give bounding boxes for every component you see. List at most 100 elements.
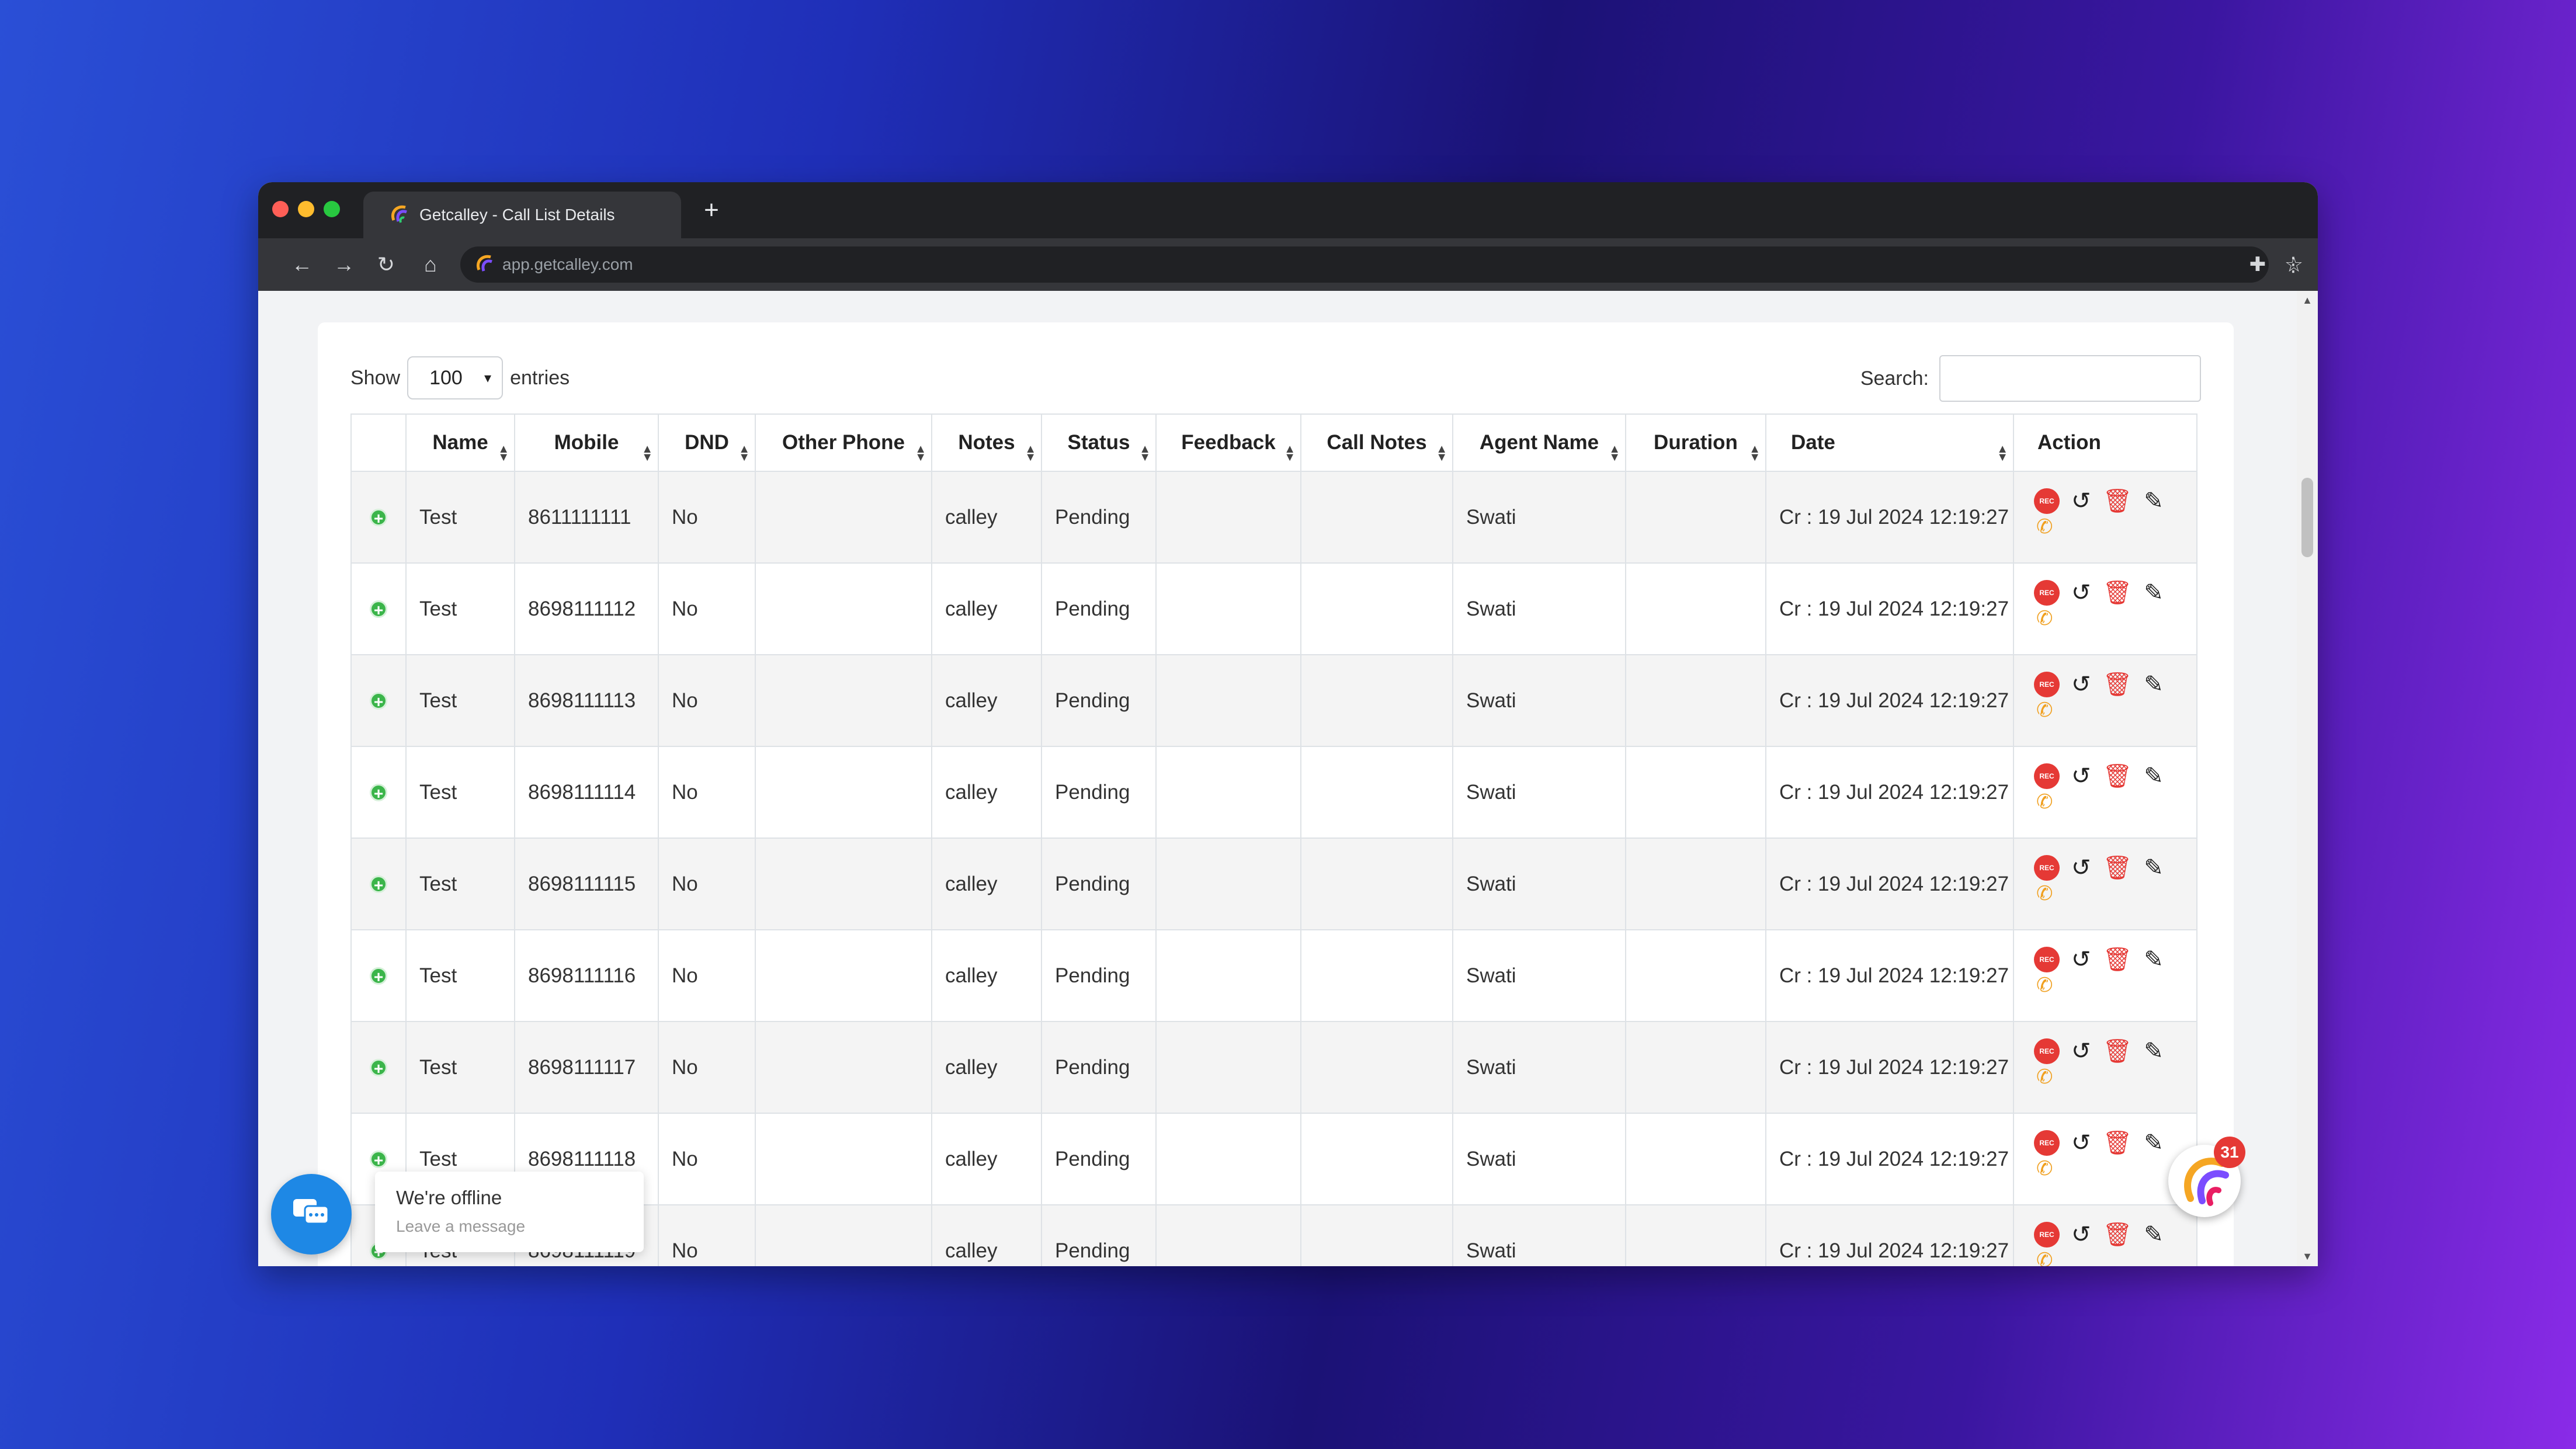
expand-plus-icon[interactable]: +: [370, 692, 387, 710]
trash-icon[interactable]: 🗑: [2103, 855, 2133, 881]
header-agent-name[interactable]: Agent Name ▲ ▼: [1452, 413, 1626, 472]
trash-icon[interactable]: 🗑: [2103, 1222, 2133, 1248]
trash-icon[interactable]: 🗑: [2103, 763, 2133, 789]
calley-widget-button[interactable]: 31: [2168, 1137, 2245, 1217]
forward-arrow-icon[interactable]: →: [331, 251, 357, 278]
phone-icon[interactable]: ✆: [2036, 1065, 2196, 1089]
trash-icon[interactable]: 🗑: [2103, 580, 2133, 606]
rec-icon[interactable]: REC: [2034, 947, 2060, 972]
close-window-button[interactable]: [272, 201, 289, 217]
rec-icon[interactable]: REC: [2034, 580, 2060, 606]
cell-dnd: No: [658, 838, 756, 930]
history-icon[interactable]: ↺: [2071, 763, 2091, 789]
cell-status: Pending: [1041, 471, 1157, 564]
rec-icon[interactable]: REC: [2034, 1038, 2060, 1064]
header-duration[interactable]: Duration ▲ ▼: [1625, 413, 1766, 472]
maximize-window-button[interactable]: [324, 201, 340, 217]
history-icon[interactable]: ↺: [2071, 855, 2091, 881]
minimize-window-button[interactable]: [298, 201, 314, 217]
phone-icon[interactable]: ✆: [2036, 790, 2196, 814]
edit-icon[interactable]: ✎: [2144, 488, 2164, 514]
expand-plus-icon[interactable]: +: [370, 875, 387, 893]
browser-tab[interactable]: Getcalley - Call List Details: [363, 192, 681, 238]
history-icon[interactable]: ↺: [2071, 488, 2091, 514]
header-status[interactable]: Status ▲ ▼: [1041, 413, 1157, 472]
trash-icon[interactable]: 🗑: [2103, 672, 2133, 697]
header-date[interactable]: Date ▲ ▼: [1765, 413, 2014, 472]
header-dnd[interactable]: DND ▲ ▼: [658, 413, 756, 472]
history-icon[interactable]: ↺: [2071, 1038, 2091, 1064]
header-name[interactable]: Name ▲ ▼: [405, 413, 515, 472]
trash-icon[interactable]: 🗑: [2103, 488, 2133, 514]
scroll-up-arrow-icon[interactable]: ▲: [2297, 294, 2318, 307]
chat-offline-panel[interactable]: We're offline Leave a message: [375, 1172, 644, 1252]
cell-notes: calley: [931, 838, 1042, 930]
expand-plus-icon[interactable]: +: [370, 600, 387, 618]
expand-plus-icon[interactable]: +: [370, 508, 387, 526]
trash-icon[interactable]: 🗑: [2103, 947, 2133, 972]
header-mobile[interactable]: Mobile ▲ ▼: [514, 413, 659, 472]
edit-icon[interactable]: ✎: [2144, 1130, 2164, 1156]
edit-icon[interactable]: ✎: [2144, 1222, 2164, 1248]
extensions-puzzle-icon[interactable]: ✚: [2244, 251, 2271, 278]
reload-icon[interactable]: ↻: [373, 251, 400, 278]
edit-icon[interactable]: ✎: [2144, 580, 2164, 606]
cell-call-notes: [1300, 471, 1453, 564]
phone-icon[interactable]: ✆: [2036, 607, 2196, 630]
search-input[interactable]: [1939, 355, 2201, 402]
sort-icon: ▲ ▼: [1749, 443, 1761, 464]
cell-date: Cr : 19 Jul 2024 12:19:27: [1765, 1021, 2014, 1114]
expand-plus-icon[interactable]: +: [370, 967, 387, 985]
edit-icon[interactable]: ✎: [2144, 855, 2164, 881]
home-icon[interactable]: ⌂: [417, 251, 444, 278]
header-notes[interactable]: Notes ▲ ▼: [931, 413, 1042, 472]
sort-icon: ▲ ▼: [641, 443, 653, 464]
history-icon[interactable]: ↺: [2071, 1130, 2091, 1156]
history-icon[interactable]: ↺: [2071, 947, 2091, 972]
edit-icon[interactable]: ✎: [2144, 947, 2164, 972]
rec-icon[interactable]: REC: [2034, 763, 2060, 789]
expand-plus-icon[interactable]: +: [370, 1150, 387, 1168]
rec-icon[interactable]: REC: [2034, 1222, 2060, 1248]
chat-title: We're offline: [396, 1187, 502, 1208]
phone-icon[interactable]: ✆: [2036, 699, 2196, 722]
chat-launcher-button[interactable]: [271, 1174, 352, 1255]
header-other-phone[interactable]: Other Phone ▲ ▼: [755, 413, 932, 472]
history-icon[interactable]: ↺: [2071, 1222, 2091, 1248]
phone-icon[interactable]: ✆: [2036, 515, 2196, 538]
phone-icon[interactable]: ✆: [2036, 882, 2196, 905]
new-tab-button[interactable]: +: [695, 194, 728, 227]
expand-plus-icon[interactable]: +: [370, 1058, 387, 1076]
url-text: app.getcalley.com: [502, 255, 633, 273]
table-row: + Test 8698111113 No calley Pending Swati Cr : …: [350, 654, 2197, 747]
cell-name: Test: [405, 471, 515, 564]
entries-select[interactable]: 100 ▾: [407, 356, 504, 399]
trash-icon[interactable]: 🗑: [2103, 1130, 2133, 1156]
edit-icon[interactable]: ✎: [2144, 1038, 2164, 1064]
browser-menu-icon[interactable]: ⋮: [2282, 251, 2305, 278]
cell-status: Pending: [1041, 838, 1157, 930]
row-expand-cell: +: [350, 746, 407, 839]
expand-plus-icon[interactable]: +: [370, 783, 387, 801]
phone-icon[interactable]: ✆: [2036, 1249, 2196, 1266]
edit-icon[interactable]: ✎: [2144, 763, 2164, 789]
rec-icon[interactable]: REC: [2034, 1130, 2060, 1156]
cell-notes: calley: [931, 1204, 1042, 1266]
cell-agent: Swati: [1452, 929, 1626, 1022]
cell-notes: calley: [931, 1113, 1042, 1205]
scroll-down-arrow-icon[interactable]: ▼: [2297, 1250, 2318, 1263]
address-bar[interactable]: app.getcalley.com: [460, 246, 2269, 283]
history-icon[interactable]: ↺: [2071, 580, 2091, 606]
phone-icon[interactable]: ✆: [2036, 974, 2196, 997]
page-scrollbar[interactable]: ▲ ▼: [2297, 291, 2318, 1266]
rec-icon[interactable]: REC: [2034, 488, 2060, 514]
history-icon[interactable]: ↺: [2071, 672, 2091, 697]
trash-icon[interactable]: 🗑: [2103, 1038, 2133, 1064]
rec-icon[interactable]: REC: [2034, 855, 2060, 881]
edit-icon[interactable]: ✎: [2144, 672, 2164, 697]
back-arrow-icon[interactable]: ←: [289, 251, 315, 278]
header-call-notes[interactable]: Call Notes ▲ ▼: [1300, 413, 1453, 472]
header-feedback[interactable]: Feedback ▲ ▼: [1155, 413, 1301, 472]
rec-icon[interactable]: REC: [2034, 672, 2060, 697]
scrollbar-thumb[interactable]: [2301, 478, 2313, 557]
